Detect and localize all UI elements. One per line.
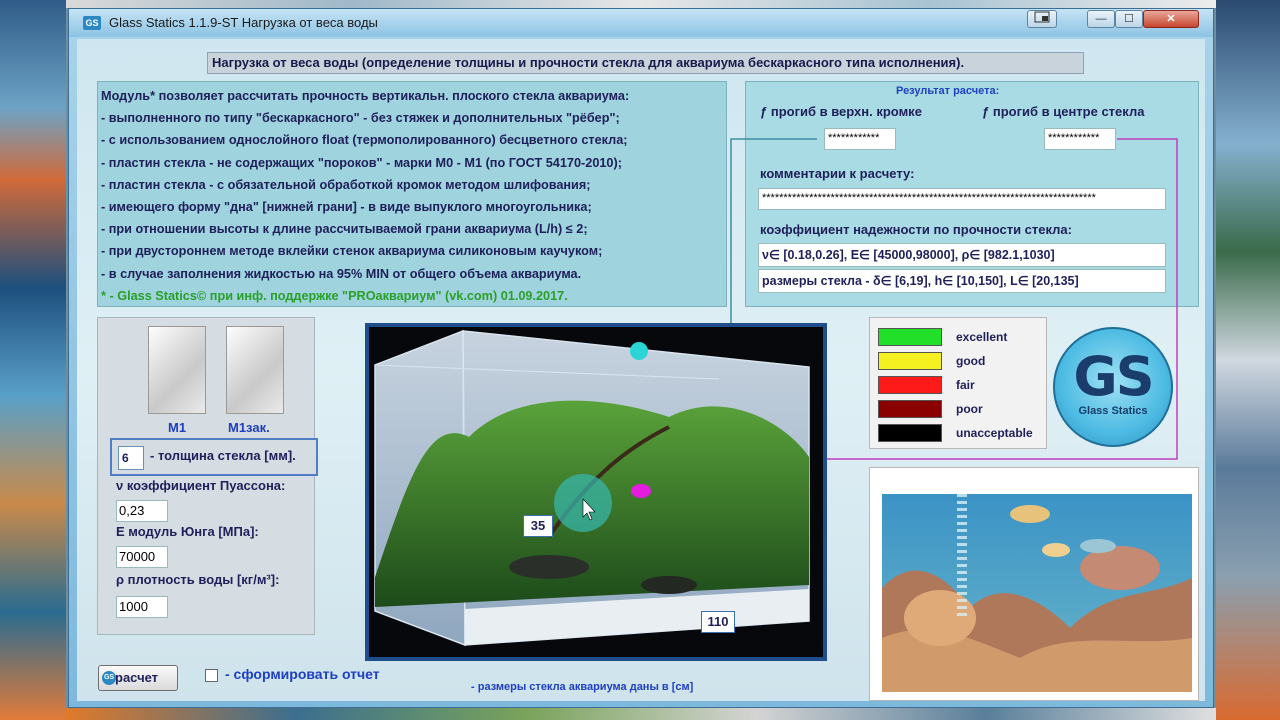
window-extra-button[interactable] (1027, 10, 1057, 28)
legend-swatch (878, 424, 942, 442)
quality-legend: excellent good fair poor unacceptable (869, 317, 1047, 449)
client-area: Нагрузка от веса воды (определение толщи… (77, 39, 1205, 701)
legend-label: excellent (956, 330, 1008, 344)
app-icon: GS (83, 16, 101, 30)
legend-label: unacceptable (956, 426, 1033, 440)
app-window: GS Glass Statics 1.1.9-ST Нагрузка от ве… (68, 8, 1214, 708)
desktop-wallpaper-left (0, 0, 66, 720)
calculate-button-label: расчет (115, 670, 159, 685)
legend-swatch (878, 400, 942, 418)
units-footnote: - размеры стекла аквариума даны в [см] (471, 681, 694, 693)
legend-label: poor (956, 402, 983, 416)
legend-swatch (878, 376, 942, 394)
logo-letters: GS (1073, 345, 1154, 408)
desktop-wallpaper-top (66, 0, 1216, 8)
center-marker (631, 484, 651, 498)
reef-image (869, 467, 1199, 701)
legend-swatch (878, 328, 942, 346)
generate-report-checkbox[interactable] (205, 669, 218, 682)
maximize-button[interactable]: ☐ (1115, 10, 1143, 28)
glass-statics-logo: GS Glass Statics (1053, 327, 1177, 451)
aquarium-illustration (374, 329, 810, 647)
legend-label: good (956, 354, 986, 368)
minimize-button[interactable]: — (1087, 10, 1115, 28)
window-layout-icon (1034, 11, 1050, 23)
logo-caption: Glass Statics (1078, 405, 1148, 417)
tank-height-input[interactable]: 35 (523, 515, 553, 537)
close-button[interactable]: ✕ (1143, 10, 1199, 28)
reef-illustration (882, 494, 1192, 692)
aquarium-preview: 35 110 (365, 323, 827, 661)
calculate-button[interactable]: GS расчет (98, 665, 178, 691)
title-bar[interactable]: GS Glass Statics 1.1.9-ST Нагрузка от ве… (69, 9, 1213, 37)
tank-length-input[interactable]: 110 (701, 611, 735, 633)
window-title: Glass Statics 1.1.9-ST Нагрузка от веса … (109, 15, 378, 30)
calculate-icon: GS (102, 671, 116, 685)
desktop-wallpaper-bottom (66, 708, 1216, 720)
top-edge-marker (630, 342, 648, 360)
generate-report-label[interactable]: - сформировать отчет (225, 666, 380, 682)
legend-label: fair (956, 378, 975, 392)
legend-swatch (878, 352, 942, 370)
desktop-wallpaper-right (1216, 0, 1280, 720)
